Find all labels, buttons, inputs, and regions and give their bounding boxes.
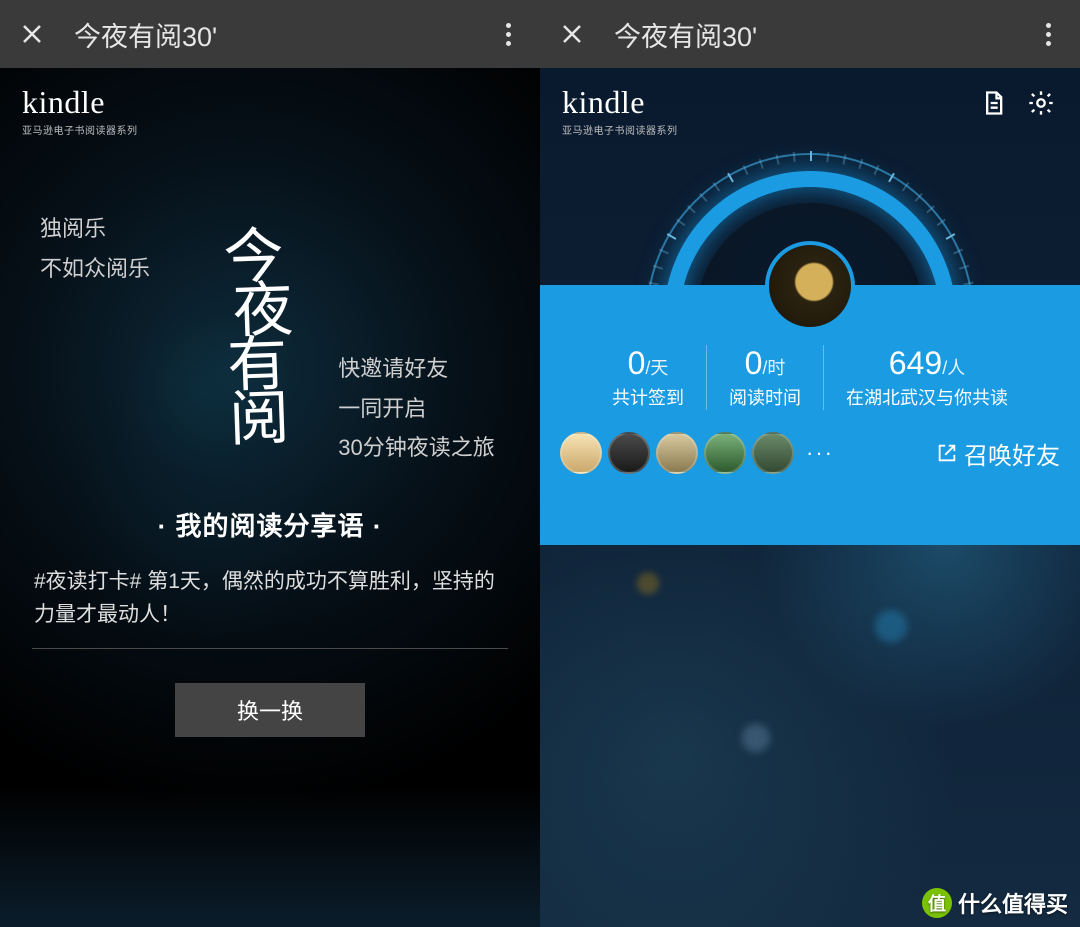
friend-avatar[interactable] bbox=[560, 432, 602, 474]
friend-avatar[interactable] bbox=[704, 432, 746, 474]
app-bar: 今夜有阅30' bbox=[0, 0, 540, 68]
more-icon[interactable] bbox=[494, 23, 522, 46]
document-icon[interactable] bbox=[976, 86, 1010, 120]
stat-reading-time: 0/时 阅读时间 bbox=[706, 345, 823, 410]
friend-avatar[interactable] bbox=[656, 432, 698, 474]
friend-avatar[interactable] bbox=[608, 432, 650, 474]
watermark: 值 什么值得买 bbox=[922, 887, 1068, 919]
hero-tagline-right: 快邀请好友 一同开启 30分钟夜读之旅 bbox=[338, 349, 510, 468]
friends-more[interactable]: ··· bbox=[806, 440, 834, 466]
swap-button[interactable]: 换一换 bbox=[175, 683, 365, 737]
avatar[interactable] bbox=[765, 241, 855, 331]
page-title: 今夜有阅30' bbox=[74, 15, 494, 54]
gear-icon[interactable] bbox=[1024, 86, 1058, 120]
share-text: #夜读打卡# 第1天，偶然的成功不算胜利，坚持的力量才最动人！ bbox=[0, 543, 540, 642]
share-heading: 我的阅读分享语 bbox=[0, 506, 540, 543]
app-bar: 今夜有阅30' bbox=[540, 0, 1080, 68]
kindle-logo: kindle 亚马逊电子书阅读器系列 bbox=[562, 86, 678, 137]
calligraphy-title: 今 夜 有 阅 bbox=[216, 229, 298, 447]
invite-button[interactable]: 召唤好友 bbox=[936, 436, 1060, 471]
close-icon[interactable] bbox=[558, 20, 586, 48]
more-icon[interactable] bbox=[1034, 23, 1062, 46]
stat-readers: 649/人 在湖北武汉与你共读 bbox=[823, 345, 1030, 410]
stat-checkin: 0/天 共计签到 bbox=[590, 345, 706, 410]
hero-tagline-left: 独阅乐 不如众阅乐 bbox=[40, 209, 176, 468]
share-icon bbox=[936, 442, 958, 464]
kindle-logo: kindle 亚马逊电子书阅读器系列 bbox=[22, 86, 138, 137]
page-title: 今夜有阅30' bbox=[614, 15, 1034, 54]
close-icon[interactable] bbox=[18, 20, 46, 48]
friend-avatar[interactable] bbox=[752, 432, 794, 474]
